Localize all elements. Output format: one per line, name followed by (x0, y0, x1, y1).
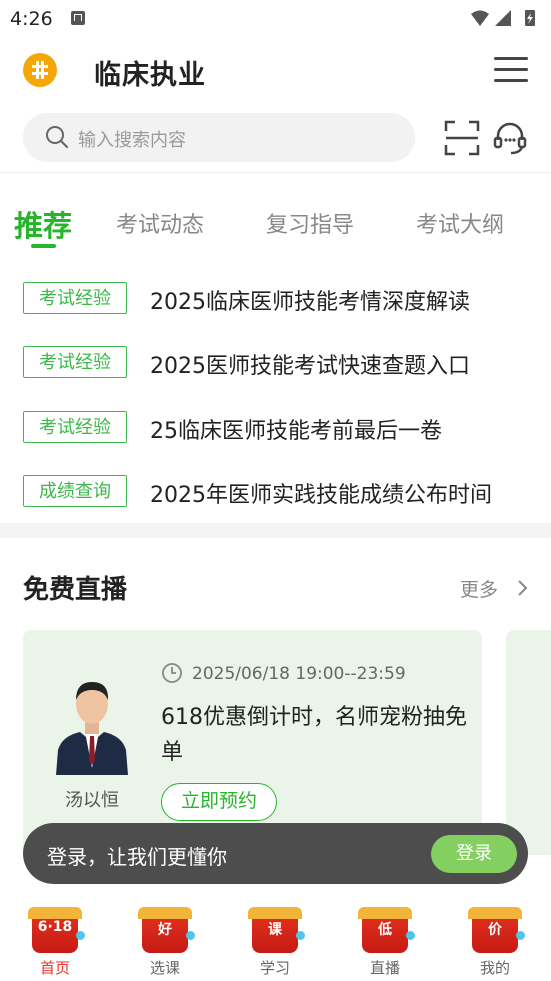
tab-exam-outline[interactable]: 考试大纲 (416, 207, 504, 239)
login-button[interactable]: 登录 (431, 835, 517, 873)
tab-review-guide[interactable]: 复习指导 (266, 207, 354, 239)
news-tag: 成绩查询 (23, 475, 127, 507)
status-bar: 4:26 (0, 0, 551, 38)
status-time: 4:26 (10, 8, 53, 30)
live-card-next[interactable] (506, 630, 551, 855)
search-icon (46, 126, 69, 149)
app-title: 临床执业 (94, 60, 206, 91)
good-badge-icon: 好 (138, 907, 192, 953)
news-tag: 考试经验 (23, 282, 127, 314)
tab-exam-news[interactable]: 考试动态 (116, 207, 204, 239)
app-logo-icon (23, 53, 57, 87)
nav-live[interactable]: 低 直播 (350, 905, 420, 977)
decor-dot (76, 931, 85, 940)
nav-label: 我的 (479, 959, 510, 977)
section-divider (0, 523, 551, 538)
tab-recommend[interactable]: 推荐 (14, 203, 72, 245)
news-tag: 考试经验 (23, 411, 127, 443)
more-link[interactable]: 更多 (460, 575, 498, 602)
notification-icon (71, 11, 85, 25)
618-badge-icon: 6·18 (28, 907, 82, 953)
divider (0, 172, 551, 173)
news-tag: 考试经验 (23, 346, 127, 378)
news-title: 2025临床医师技能考情深度解读 (150, 290, 470, 315)
chevron-right-icon[interactable] (514, 579, 530, 597)
decor-dot (296, 931, 305, 940)
book-now-button[interactable]: 立即预约 (161, 783, 277, 821)
nav-label: 选课 (149, 959, 180, 977)
scan-icon[interactable] (444, 120, 480, 156)
live-section-title: 免费直播 (23, 575, 128, 605)
nav-home[interactable]: 6·18 首页 (20, 905, 90, 977)
decor-dot (406, 931, 415, 940)
live-title: 618优惠倒计时，名师宠粉抽免单 (161, 705, 467, 765)
news-item[interactable]: 考试经验 2025医师技能考试快速查题入口 (0, 338, 551, 388)
search-placeholder: 输入搜索内容 (78, 130, 186, 151)
clock-icon (162, 663, 182, 683)
news-item[interactable]: 成绩查询 2025年医师实践技能成绩公布时间 (0, 467, 551, 517)
status-icons (471, 10, 535, 26)
nav-study[interactable]: 课 学习 (240, 905, 310, 977)
teacher-avatar (56, 682, 128, 775)
teacher-name: 汤以恒 (65, 790, 119, 811)
login-prompt-text: 登录，让我们更懂你 (47, 845, 227, 869)
signal-icon (495, 10, 511, 26)
wifi-icon (471, 10, 489, 26)
nav-label: 直播 (369, 959, 400, 977)
news-title: 25临床医师技能考前最后一卷 (150, 419, 442, 444)
nav-mine[interactable]: 价 我的 (460, 905, 530, 977)
decor-dot (186, 931, 195, 940)
nav-label: 首页 (39, 959, 70, 977)
low-badge-icon: 低 (358, 907, 412, 953)
tab-active-indicator (31, 244, 56, 248)
news-title: 2025年医师实践技能成绩公布时间 (150, 483, 492, 508)
decor-dot (516, 931, 525, 940)
nav-label: 学习 (259, 959, 290, 977)
headset-icon[interactable] (492, 120, 528, 156)
live-time: 2025/06/18 19:00--23:59 (192, 664, 406, 684)
hamburger-menu-icon[interactable] (494, 55, 528, 85)
nav-courses[interactable]: 好 选课 (130, 905, 200, 977)
news-item[interactable]: 考试经验 2025临床医师技能考情深度解读 (0, 274, 551, 324)
price-badge-icon: 价 (468, 907, 522, 953)
news-title: 2025医师技能考试快速查题入口 (150, 354, 470, 379)
lesson-badge-icon: 课 (248, 907, 302, 953)
news-item[interactable]: 考试经验 25临床医师技能考前最后一卷 (0, 403, 551, 453)
